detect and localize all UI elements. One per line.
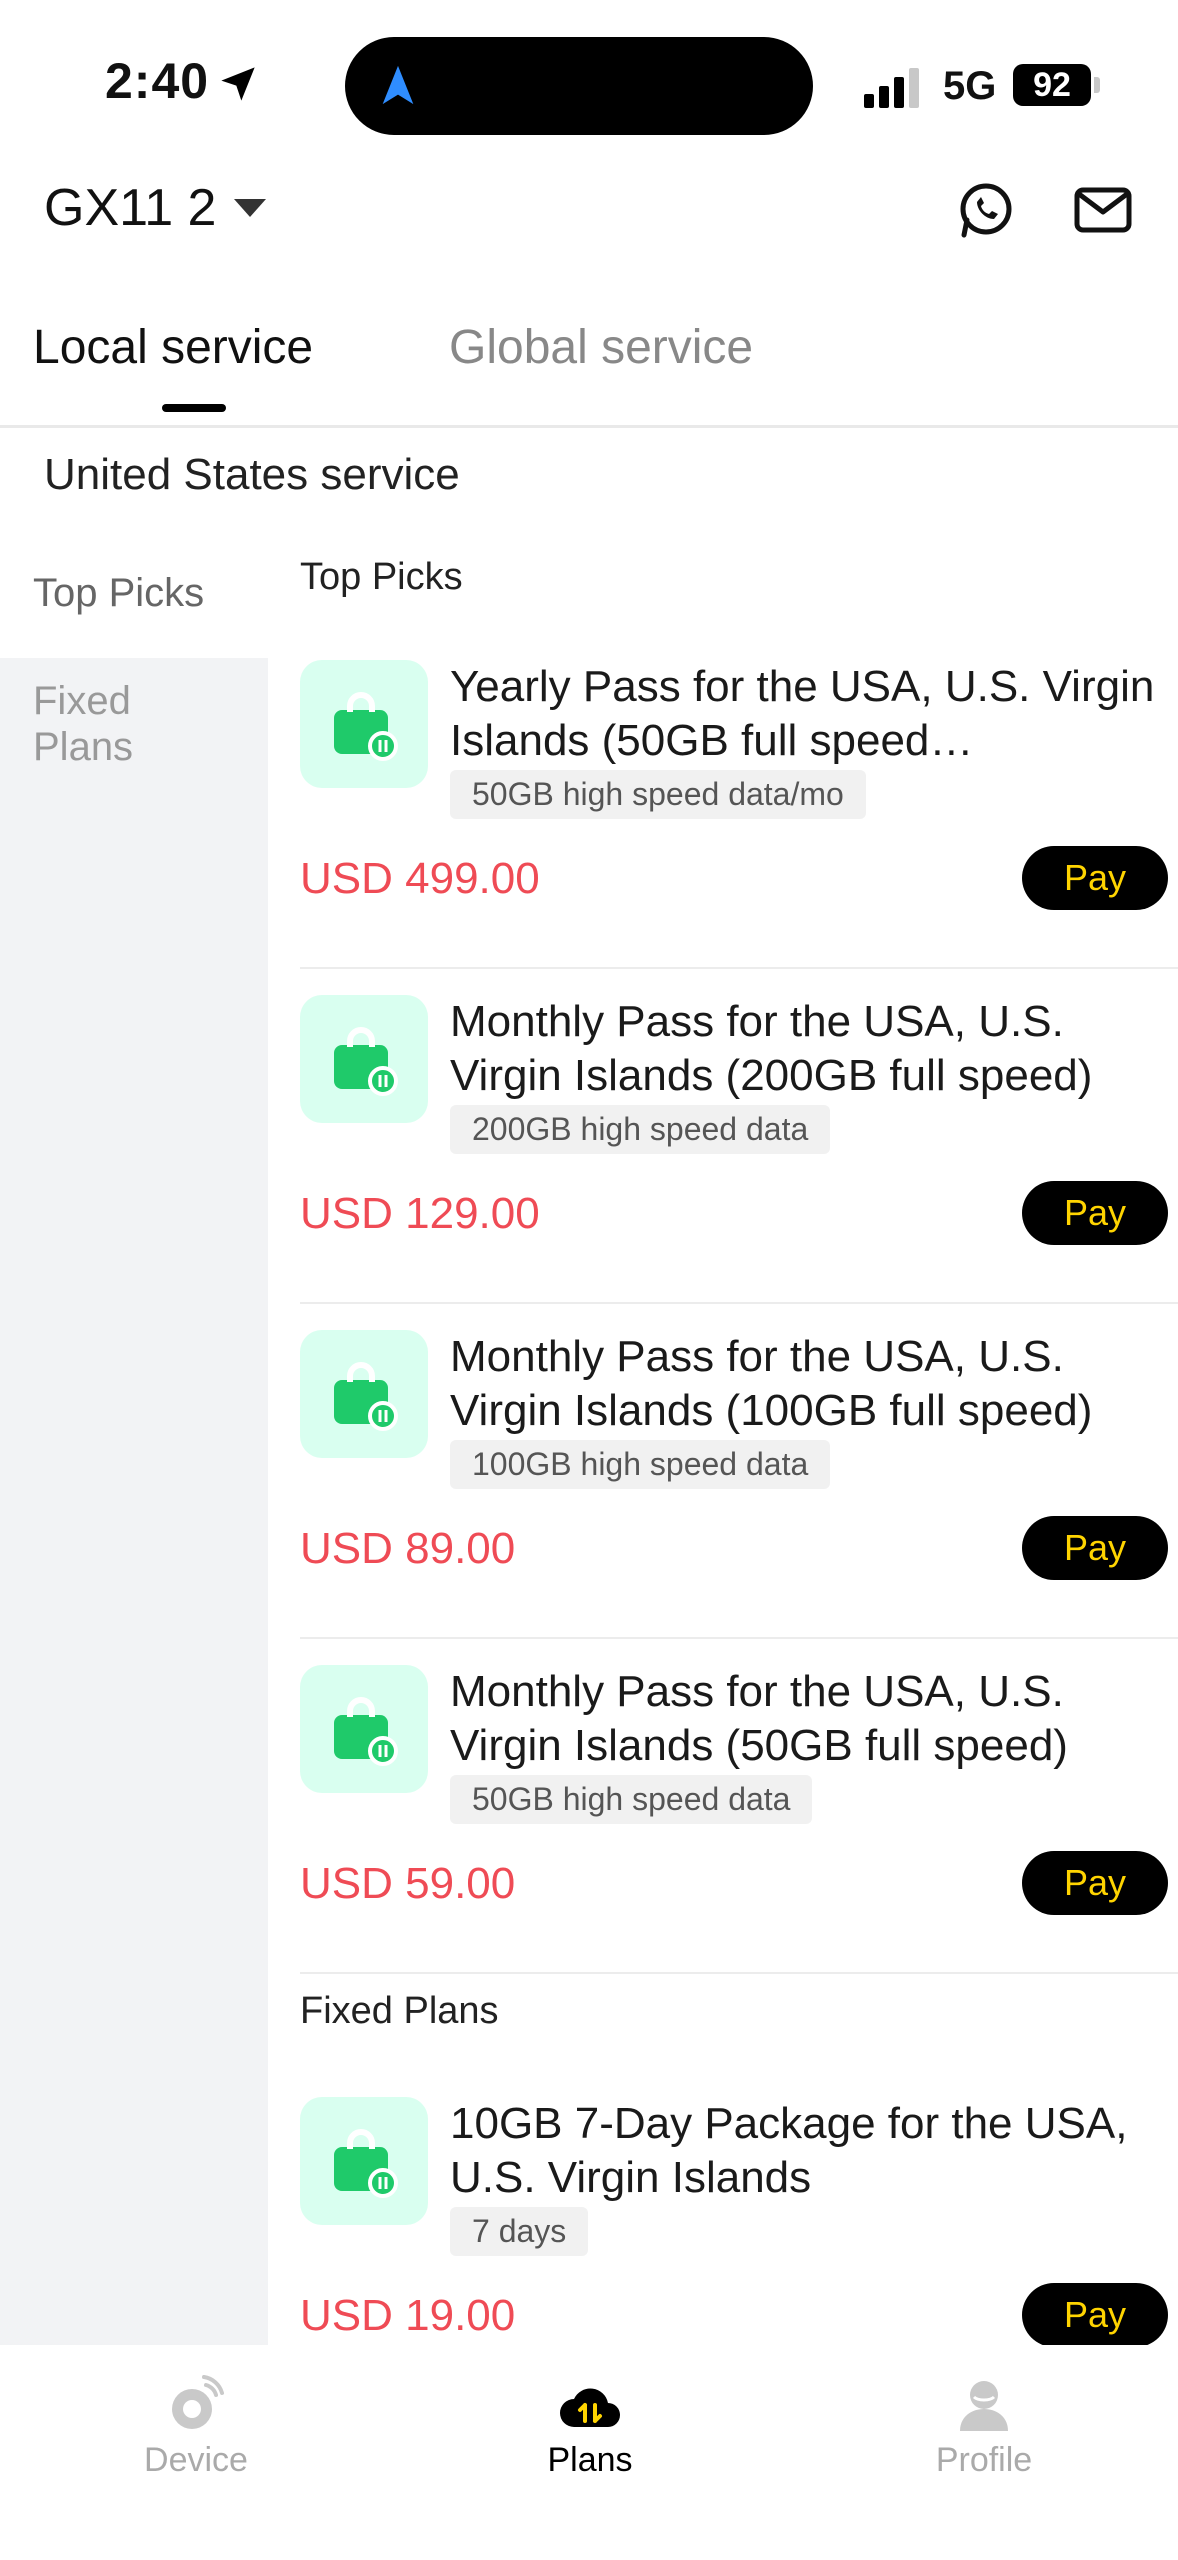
pay-button[interactable]: Pay (1022, 846, 1168, 910)
plan-card[interactable]: 10GB 7-Day Package for the USA, U.S. Vir… (300, 2071, 1178, 2345)
profile-icon (960, 2381, 1008, 2431)
pay-button[interactable]: Pay (1022, 1181, 1168, 1245)
plan-card[interactable]: Monthly Pass for the USA, U.S. Virgin Is… (300, 969, 1178, 1304)
plan-data-badge: 50GB high speed data/mo (450, 770, 866, 819)
plan-data-badge: 100GB high speed data (450, 1440, 831, 1489)
signal-icon (864, 68, 919, 108)
plan-data-badge: 200GB high speed data (450, 1105, 831, 1154)
pay-button[interactable]: Pay (1022, 1516, 1168, 1580)
plan-price: USD 59.00 (300, 1859, 516, 1908)
tab-local-service[interactable]: Local service (33, 320, 313, 375)
active-tab-indicator (162, 404, 226, 412)
plan-title: Monthly Pass for the USA, U.S. Virgin Is… (450, 1332, 1093, 1435)
plan-title: 10GB 7-Day Package for the USA, U.S. Vir… (450, 2099, 1128, 2202)
shopping-bag-data-icon (300, 2097, 428, 2225)
nav-device-label: Device (144, 2441, 248, 2479)
whatsapp-icon[interactable] (955, 180, 1015, 240)
section-title-fixed-plans: Fixed Plans (300, 1990, 499, 2032)
plans-list: Top Picks Yearly Pass for the USA, U.S. … (268, 530, 1178, 2345)
sidebar-background (0, 658, 268, 2345)
tab-global-service[interactable]: Global service (449, 320, 753, 375)
plan-price: USD 19.00 (300, 2291, 516, 2340)
plan-title: Yearly Pass for the USA, U.S. Virgin Isl… (450, 662, 1155, 765)
plan-price: USD 129.00 (300, 1189, 540, 1238)
sidebar-item-top-picks[interactable]: Top Picks (0, 570, 268, 616)
pay-button[interactable]: Pay (1022, 2283, 1168, 2345)
cloud-data-icon (560, 2388, 620, 2427)
plan-card[interactable]: Yearly Pass for the USA, U.S. Virgin Isl… (300, 634, 1178, 969)
location-arrow-icon (221, 67, 255, 101)
bottom-navigation: Device Plans Profile (0, 2345, 1178, 2560)
nav-profile-label: Profile (935, 2441, 1033, 2479)
nav-profile[interactable]: Profile (884, 2375, 1084, 2480)
shopping-bag-data-icon (300, 660, 428, 788)
category-sidebar: Top Picks Fixed Plans (0, 530, 268, 2345)
shopping-bag-data-icon (300, 1330, 428, 1458)
sidebar-item-fixed-plans[interactable]: Fixed Plans (0, 678, 200, 770)
device-icon (172, 2375, 224, 2429)
plan-card[interactable]: Monthly Pass for the USA, U.S. Virgin Is… (300, 1639, 1178, 1974)
plan-title: Monthly Pass for the USA, U.S. Virgin Is… (450, 1667, 1068, 1770)
nav-plans-label: Plans (547, 2441, 633, 2479)
status-time: 2:40 (105, 53, 210, 109)
plan-price: USD 89.00 (300, 1524, 516, 1573)
shopping-bag-data-icon (300, 995, 428, 1123)
dynamic-island (345, 37, 813, 135)
nav-device[interactable]: Device (96, 2375, 296, 2480)
region-title: United States service (44, 450, 460, 499)
device-name: GX11 2 (44, 179, 217, 237)
status-bar: 2:40 5G 92 (0, 0, 1178, 160)
plan-title: Monthly Pass for the USA, U.S. Virgin Is… (450, 997, 1093, 1100)
pay-button[interactable]: Pay (1022, 1851, 1168, 1915)
mail-icon[interactable] (1073, 180, 1133, 240)
device-selector[interactable]: GX11 2 (44, 178, 267, 238)
nav-plans[interactable]: Plans (490, 2375, 690, 2480)
chevron-down-icon (234, 199, 267, 217)
plan-data-badge: 7 days (450, 2207, 589, 2256)
battery-indicator: 92 (1013, 64, 1100, 106)
navigation-arrow-icon (382, 65, 414, 105)
section-title-top-picks: Top Picks (300, 556, 463, 598)
plan-price: USD 499.00 (300, 854, 540, 903)
network-type: 5G (943, 64, 997, 108)
plan-card[interactable]: Monthly Pass for the USA, U.S. Virgin Is… (300, 1304, 1178, 1639)
service-tabs: Local service Global service (0, 310, 1178, 428)
plan-data-badge: 50GB high speed data (450, 1775, 813, 1824)
shopping-bag-data-icon (300, 1665, 428, 1793)
